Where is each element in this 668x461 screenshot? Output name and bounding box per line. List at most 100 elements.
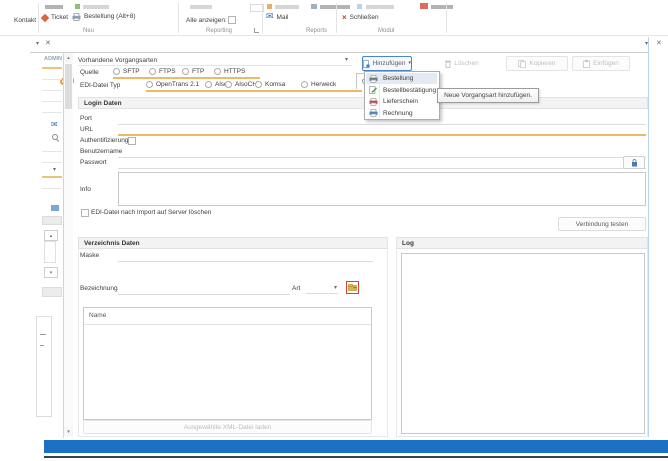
menu-item-bestellbestaetigung[interactable]: Bestellbestätigung xyxy=(366,85,437,96)
alle-anzeigen-checkbox[interactable] xyxy=(228,16,236,24)
log-panel-border xyxy=(396,249,397,436)
printer-order-icon xyxy=(369,75,378,83)
tab-close-right-icon[interactable]: ✕ xyxy=(656,40,662,47)
spinner-down-button[interactable]: ▾ xyxy=(44,267,58,278)
vertical-scrollbar[interactable]: ▴ ▾ xyxy=(64,53,73,437)
splitter-handle[interactable] xyxy=(42,287,62,297)
authentifizierung-checkbox[interactable] xyxy=(128,137,136,145)
quelle-label: Quelle xyxy=(80,69,99,76)
maske-label: Maske xyxy=(80,252,99,259)
delete-after-import-checkbox[interactable] xyxy=(81,209,89,217)
xml-file-list[interactable]: Name xyxy=(83,307,372,420)
hinzufuegen-button[interactable]: Hinzufügen ▾ xyxy=(362,56,412,71)
side-field[interactable] xyxy=(42,90,62,91)
ribbon-row1-fragment xyxy=(366,5,394,9)
printer-invoice-icon xyxy=(369,109,378,117)
edi-typ-accent-underline xyxy=(146,90,362,92)
menu-item-bestellung[interactable]: Bestellung xyxy=(366,73,437,84)
side-field[interactable] xyxy=(42,176,62,178)
vorgangsarten-combobox[interactable]: Vorhandene Vorgangsarten xyxy=(78,57,157,64)
art-label: Art xyxy=(292,285,300,292)
info-textarea[interactable] xyxy=(118,172,646,206)
radio-icon xyxy=(146,81,153,88)
quelle-accent-underline xyxy=(113,77,260,79)
art-combobox[interactable]: ▾ xyxy=(306,282,338,294)
side-panel: ADMIN ✉ ▾ ▴ ▾ xyxy=(0,53,63,461)
url-label: URL xyxy=(80,126,93,133)
benutzername-label: Benutzername xyxy=(80,148,122,155)
printer-delivery-icon xyxy=(369,98,378,106)
radio-alsoch[interactable]: AlsoCH xyxy=(225,81,257,88)
radio-icon xyxy=(113,68,120,75)
menu-item-lieferschein[interactable]: Lieferschein xyxy=(366,96,437,107)
side-field[interactable] xyxy=(42,67,62,69)
radio-icon xyxy=(225,81,232,88)
loeschen-button[interactable]: Löschen xyxy=(437,56,487,71)
load-xml-button[interactable]: Ausgewählte XML-Datei laden xyxy=(83,420,372,434)
side-field[interactable] xyxy=(42,151,62,152)
url-input[interactable] xyxy=(118,125,646,136)
mail-button[interactable]: ✉ Mail xyxy=(266,13,288,22)
side-field[interactable] xyxy=(42,188,62,189)
scrollbar-thumb[interactable] xyxy=(65,64,72,109)
menu-item-rechnung[interactable]: Rechnung xyxy=(366,108,437,119)
radio-ftp[interactable]: FTP xyxy=(182,68,204,75)
edi-settings-panel: Vorhandene Vorgangsarten ▾ Hinzufügen ▾ … xyxy=(74,53,649,438)
side-list-fragment[interactable] xyxy=(36,316,52,417)
radio-https[interactable]: HTTPS xyxy=(214,68,245,75)
verzeichnis-panel-border xyxy=(78,249,79,436)
search-icon[interactable] xyxy=(52,134,58,140)
radio-sftp[interactable]: SFTP xyxy=(113,68,140,75)
radio-herweck[interactable]: Herweck xyxy=(301,81,336,88)
bestellung-button[interactable]: Bestellung (Alt+8) xyxy=(72,13,136,21)
ribbon-group-separator xyxy=(446,3,447,33)
name-column-header[interactable]: Name xyxy=(89,312,106,319)
schliessen-button[interactable]: × Schließen xyxy=(342,14,379,22)
ribbon-group-modul: Modul xyxy=(378,28,394,34)
passwort-input[interactable] xyxy=(118,159,646,169)
verbindung-testen-button[interactable]: Verbindung testen xyxy=(558,217,646,231)
passwort-reveal-button[interactable] xyxy=(623,156,645,169)
add-directory-button[interactable] xyxy=(346,281,359,294)
side-field[interactable] xyxy=(42,101,62,102)
radio-ftps[interactable]: FTPS xyxy=(149,68,176,75)
scrollbar-down-arrow[interactable]: ▾ xyxy=(64,427,73,436)
log-panel-border xyxy=(396,436,648,437)
benutzername-input[interactable] xyxy=(118,148,646,158)
ribbon-row1-fragment xyxy=(357,4,362,9)
radio-opentrans[interactable]: OpenTrans 2.1 xyxy=(146,81,199,88)
chevron-down-icon[interactable]: ▾ xyxy=(53,167,56,173)
tab-bar: ▾ ✕ Überblick Belege ✉ Marketing Konditi… xyxy=(0,36,668,53)
log-textarea[interactable] xyxy=(401,253,645,434)
side-field[interactable] xyxy=(42,79,62,80)
maske-input[interactable] xyxy=(118,252,373,262)
art-dropdown-caret[interactable]: ▾ xyxy=(334,285,337,291)
scrollbar-up-arrow[interactable]: ▴ xyxy=(64,53,73,62)
tab-scroll-caret-left[interactable]: ▾ xyxy=(36,41,39,47)
side-field[interactable] xyxy=(42,162,62,163)
log-header: Log xyxy=(396,237,648,249)
ribbon-group-reporting: Reporting xyxy=(206,28,232,34)
radio-icon xyxy=(214,68,221,75)
dialog-launcher-icon[interactable] xyxy=(254,28,259,33)
vorgangsarten-underline xyxy=(78,65,352,66)
mail-icon: ✉ xyxy=(266,13,274,22)
kontakt-button[interactable]: Kontakt xyxy=(14,17,36,24)
vorgangsarten-dropdown-caret[interactable]: ▾ xyxy=(345,57,348,63)
document-pencil-icon xyxy=(369,86,377,94)
bezeichnung-input[interactable] xyxy=(118,285,290,295)
spinner-up-button[interactable]: ▴ xyxy=(44,230,58,241)
ribbon-group-separator xyxy=(336,3,337,33)
einfuegen-button[interactable]: Einfügen xyxy=(572,56,630,71)
mail-small-icon[interactable]: ✉ xyxy=(51,121,58,129)
tab-close-left-icon[interactable]: ✕ xyxy=(45,40,51,47)
side-field[interactable] xyxy=(42,112,62,113)
radio-icon xyxy=(255,81,262,88)
app-screen: Kontakt Ticket Bestellung (Alt+8) Alle a… xyxy=(0,0,668,461)
radio-komsa[interactable]: Komsa xyxy=(255,81,285,88)
kopieren-button[interactable]: Kopieren xyxy=(506,56,568,71)
splitter-handle[interactable] xyxy=(42,216,62,225)
ticket-button[interactable]: Ticket xyxy=(42,14,68,21)
hinzufuegen-tooltip: Neue Vorgangsart hinzufügen. xyxy=(437,88,539,103)
side-list-fragment[interactable] xyxy=(44,241,56,263)
